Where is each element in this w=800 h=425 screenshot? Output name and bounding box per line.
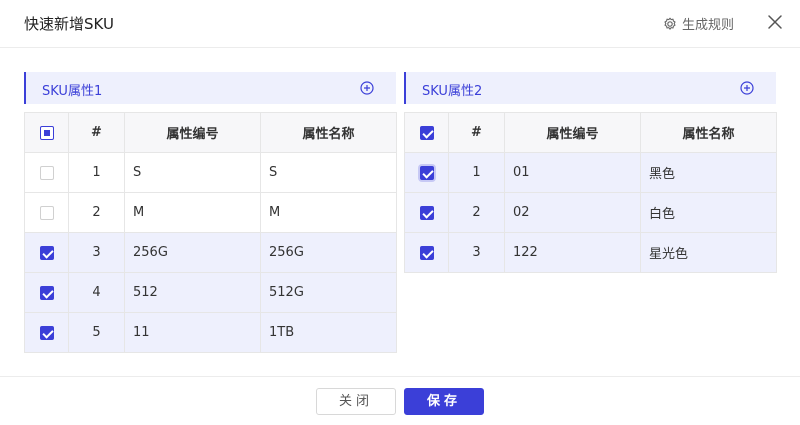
table-header-row: # 属性编号 属性名称 — [24, 112, 397, 153]
row-index: 3 — [448, 232, 505, 273]
column-header-code: 属性编号 — [124, 112, 261, 153]
close-icon[interactable] — [767, 14, 783, 30]
sku-attribute-2-panel: SKU属性2 # 属性编号 属性名称 1 01 黑色 2 02 白色 3 122… — [404, 72, 777, 273]
row-checkbox[interactable] — [419, 245, 434, 260]
row-checkbox-cell — [404, 232, 449, 273]
sku-attribute-2-table: # 属性编号 属性名称 1 01 黑色 2 02 白色 3 122 星光色 — [404, 112, 777, 273]
row-checkbox-cell — [404, 152, 449, 193]
row-checkbox[interactable] — [419, 205, 434, 220]
gear-icon — [664, 17, 676, 30]
row-index: 1 — [448, 152, 505, 193]
attribute-name: 1TB — [260, 312, 397, 353]
table-row[interactable]: 3 256G 256G — [24, 232, 397, 273]
generate-rules-button[interactable]: 生成规则 — [663, 14, 734, 33]
attribute-code: 122 — [504, 232, 641, 273]
attribute-name: S — [260, 152, 397, 193]
column-header-name: 属性名称 — [260, 112, 397, 153]
save-button[interactable]: 保存 — [404, 388, 484, 415]
table-header-row: # 属性编号 属性名称 — [404, 112, 777, 153]
row-index: 5 — [68, 312, 125, 353]
select-all-cell — [24, 112, 69, 153]
row-checkbox-cell — [404, 192, 449, 233]
row-checkbox[interactable] — [39, 285, 54, 300]
select-all-checkbox[interactable] — [419, 125, 434, 140]
attribute-code: 02 — [504, 192, 641, 233]
sku-attribute-1-panel: SKU属性1 # 属性编号 属性名称 1 S S 2 M M 3 256G 25… — [24, 72, 397, 353]
attribute-code: M — [124, 192, 261, 233]
attribute-code: 256G — [124, 232, 261, 273]
select-all-cell — [404, 112, 449, 153]
attribute-code: S — [124, 152, 261, 193]
table-row[interactable]: 3 122 星光色 — [404, 232, 777, 273]
quick-add-sku-dialog: 快速新增SKU 生成规则 SKU属性1 # 属性编号 属性名称 1 S S 2 … — [0, 0, 800, 425]
row-checkbox-cell — [24, 312, 69, 353]
select-all-checkbox[interactable] — [39, 125, 54, 140]
row-index: 2 — [448, 192, 505, 233]
panel-header: SKU属性1 — [24, 72, 396, 104]
row-index: 3 — [68, 232, 125, 273]
attribute-code: 11 — [124, 312, 261, 353]
table-row[interactable]: 2 02 白色 — [404, 192, 777, 233]
attribute-code: 01 — [504, 152, 641, 193]
sku-attribute-1-table: # 属性编号 属性名称 1 S S 2 M M 3 256G 256G 4 51… — [24, 112, 397, 353]
row-index: 4 — [68, 272, 125, 313]
table-row[interactable]: 2 M M — [24, 192, 397, 233]
generate-rules-label: 生成规则 — [682, 18, 735, 33]
attribute-code: 512 — [124, 272, 261, 313]
dialog-title: 快速新增SKU — [24, 15, 114, 33]
row-checkbox[interactable] — [39, 205, 54, 220]
add-circle-icon[interactable] — [360, 81, 374, 95]
attribute-name: 512G — [260, 272, 397, 313]
row-checkbox-cell — [24, 272, 69, 313]
row-checkbox-cell — [24, 232, 69, 273]
row-checkbox[interactable] — [39, 245, 54, 260]
attribute-name: 256G — [260, 232, 397, 273]
column-header-index: # — [68, 112, 125, 153]
attribute-name: 黑色 — [640, 152, 777, 193]
attribute-name: M — [260, 192, 397, 233]
attribute-name: 白色 — [640, 192, 777, 233]
column-header-code: 属性编号 — [504, 112, 641, 153]
row-checkbox[interactable] — [39, 165, 54, 180]
row-checkbox-cell — [24, 192, 69, 233]
row-index: 2 — [68, 192, 125, 233]
row-checkbox[interactable] — [419, 165, 434, 180]
attribute-name: 星光色 — [640, 232, 777, 273]
dialog-footer: 关闭 保存 — [0, 376, 800, 425]
close-button[interactable]: 关闭 — [316, 388, 396, 415]
column-header-name: 属性名称 — [640, 112, 777, 153]
table-row[interactable]: 1 S S — [24, 152, 397, 193]
table-row[interactable]: 1 01 黑色 — [404, 152, 777, 193]
add-circle-icon[interactable] — [740, 81, 754, 95]
row-checkbox-cell — [24, 152, 69, 193]
table-row[interactable]: 4 512 512G — [24, 272, 397, 313]
row-checkbox[interactable] — [39, 325, 54, 340]
table-row[interactable]: 5 11 1TB — [24, 312, 397, 353]
dialog-header: 快速新增SKU 生成规则 — [0, 0, 800, 48]
column-header-index: # — [448, 112, 505, 153]
panel-header: SKU属性2 — [404, 72, 776, 104]
panel-title: SKU属性1 — [42, 84, 103, 99]
panel-title: SKU属性2 — [422, 84, 483, 99]
row-index: 1 — [68, 152, 125, 193]
